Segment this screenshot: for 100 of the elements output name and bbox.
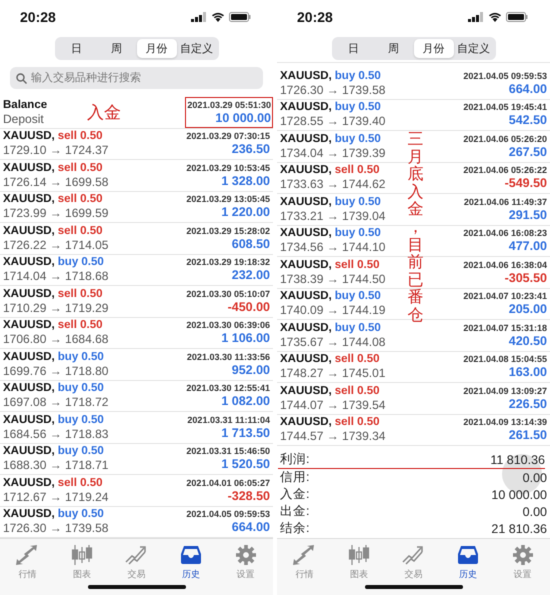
wifi-icon bbox=[488, 12, 502, 22]
profit-text: -305.50 bbox=[504, 270, 547, 285]
order-type-text: buy 0.50 bbox=[58, 382, 104, 394]
symbol-text: XAUUSD, bbox=[280, 384, 332, 397]
date-time: 2021.04.06 16:38:04 bbox=[463, 260, 547, 270]
settings-icon bbox=[512, 545, 534, 565]
summary-label: 信用: bbox=[280, 469, 310, 486]
battery-icon bbox=[229, 12, 251, 22]
profit-text: 420.50 bbox=[508, 334, 547, 348]
date-time: 2021.03.29 10:53:45 bbox=[186, 162, 270, 173]
period-tab[interactable]: 周 bbox=[374, 38, 414, 58]
price-range: 1735.67 → 1744.08 bbox=[280, 334, 386, 349]
summary-value: 0.00 bbox=[522, 470, 547, 484]
price-range: 1744.57 → 1739.34 bbox=[280, 429, 386, 444]
profit-text: 163.00 bbox=[508, 365, 547, 380]
arrows-icon bbox=[293, 545, 316, 565]
profit-text: 261.50 bbox=[508, 428, 547, 442]
profit-text: -549.50 bbox=[504, 176, 547, 190]
price-range: 1697.08 → 1718.72 bbox=[3, 395, 108, 410]
period-tab[interactable]: 日 bbox=[56, 38, 96, 58]
date-time: 2021.04.06 16:08:23 bbox=[463, 228, 547, 238]
period-tab[interactable]: 自定义 bbox=[176, 38, 216, 58]
price-range: 1723.99 → 1699.59 bbox=[3, 206, 108, 220]
summary-value: 21 810.36 bbox=[491, 522, 547, 536]
order-type-text: sell 0.50 bbox=[58, 319, 103, 332]
symbol-text: XAUUSD, bbox=[3, 382, 55, 394]
order-type-text: sell 0.50 bbox=[334, 416, 380, 428]
search-field[interactable]: 输入交易品种进行搜索 bbox=[10, 67, 263, 89]
summary-value: 10 000.00 bbox=[491, 488, 547, 502]
order-type-text: sell 0.50 bbox=[58, 476, 103, 489]
profit-text: 1 220.00 bbox=[221, 205, 270, 220]
profit-text: 205.00 bbox=[508, 302, 547, 316]
date-time: 2021.04.07 10:23:41 bbox=[463, 291, 547, 302]
entry-title: Balance bbox=[3, 98, 48, 111]
date-time: 2021.03.30 06:39:06 bbox=[186, 320, 270, 330]
inbox-icon bbox=[457, 545, 480, 565]
symbol-text: XAUUSD, bbox=[280, 196, 332, 208]
order-type-text: buy 0.50 bbox=[334, 322, 381, 334]
symbol-text: XAUUSD, bbox=[3, 256, 55, 268]
candlestick-icon bbox=[70, 545, 93, 565]
tab-bar-item[interactable]: 历史 bbox=[448, 545, 488, 581]
summary-label: 利润: bbox=[280, 451, 310, 468]
period-tab[interactable]: 月份 bbox=[136, 38, 176, 58]
tab-bar-item[interactable]: 历史 bbox=[171, 545, 212, 581]
inbox-icon bbox=[180, 545, 202, 565]
profit-text: 952.00 bbox=[232, 362, 270, 377]
period-tab[interactable]: 周 bbox=[96, 38, 136, 58]
date-time: 2021.04.06 05:26:22 bbox=[463, 165, 547, 176]
price-range: 1726.14 → 1699.58 bbox=[3, 174, 108, 189]
arrows-icon bbox=[16, 545, 38, 565]
price-range: 1729.10 → 1724.37 bbox=[3, 143, 108, 158]
symbol-text: XAUUSD, bbox=[3, 130, 55, 142]
price-range: 1726.30 → 1739.58 bbox=[3, 521, 108, 536]
price-range: 1734.04 → 1739.39 bbox=[280, 146, 386, 160]
candlestick-icon bbox=[348, 545, 370, 565]
trend-line-icon bbox=[402, 545, 424, 565]
symbol-text: XAUUSD, bbox=[280, 258, 332, 271]
profit-text: 1 520.50 bbox=[221, 457, 270, 472]
price-range: 1733.63 → 1744.62 bbox=[280, 177, 386, 192]
date-time: 2021.03.29 13:05:45 bbox=[186, 194, 270, 204]
symbol-text: XAUUSD, bbox=[3, 319, 55, 332]
profit-text: 1 713.50 bbox=[221, 426, 270, 440]
order-type-text: buy 0.50 bbox=[334, 196, 381, 208]
profit-text: 226.50 bbox=[508, 396, 547, 411]
date-time: 2021.03.31 11:11:04 bbox=[187, 414, 270, 425]
order-type-text: sell 0.50 bbox=[334, 353, 380, 366]
date-time: 2021.04.06 05:26:20 bbox=[463, 134, 547, 144]
price-range: 1740.09 → 1744.19 bbox=[280, 303, 386, 318]
price-range: 1733.21 → 1739.04 bbox=[280, 208, 386, 223]
profit-text: -328.50 bbox=[228, 488, 270, 503]
symbol-text: XAUUSD, bbox=[3, 508, 55, 520]
order-type-text: sell 0.50 bbox=[58, 193, 103, 206]
symbol-text: XAUUSD, bbox=[280, 132, 332, 145]
price-range: 1688.30 → 1718.71 bbox=[3, 458, 108, 472]
summary-label: 入金: bbox=[280, 486, 310, 503]
profit-text: 236.50 bbox=[232, 142, 270, 156]
date-time: 2021.04.09 13:09:27 bbox=[463, 386, 547, 396]
summary-value: 0.00 bbox=[522, 504, 547, 518]
period-tab[interactable]: 月份 bbox=[414, 38, 454, 58]
price-range: 1714.04 → 1718.68 bbox=[3, 269, 108, 284]
summary-label: 结余: bbox=[280, 520, 310, 537]
battery-icon bbox=[506, 12, 528, 22]
period-tab[interactable]: 日 bbox=[334, 38, 374, 58]
date-time: 2021.03.30 12:55:41 bbox=[186, 383, 270, 394]
symbol-text: XAUUSD, bbox=[280, 101, 332, 114]
profit-text: -450.00 bbox=[228, 300, 270, 314]
date-time: 2021.03.29 19:18:32 bbox=[186, 257, 270, 268]
order-type-text: buy 0.50 bbox=[334, 101, 381, 114]
date-time: 2021.04.01 06:05:27 bbox=[186, 478, 270, 488]
symbol-text: XAUUSD, bbox=[3, 350, 55, 363]
symbol-text: XAUUSD, bbox=[280, 322, 332, 334]
summary-value: 11 810.36 bbox=[490, 452, 545, 466]
price-range: 1728.55 → 1739.40 bbox=[280, 114, 386, 128]
profit-text: 477.00 bbox=[508, 239, 547, 254]
period-tab[interactable]: 自定义 bbox=[454, 38, 494, 58]
order-type-text: buy 0.50 bbox=[58, 445, 104, 458]
date-time: 2021.04.06 11:49:37 bbox=[464, 196, 547, 207]
profit-text: 1 328.00 bbox=[221, 174, 270, 188]
price-range: 1748.27 → 1745.01 bbox=[280, 366, 386, 380]
date-time: 2021.04.07 15:31:18 bbox=[463, 322, 547, 333]
